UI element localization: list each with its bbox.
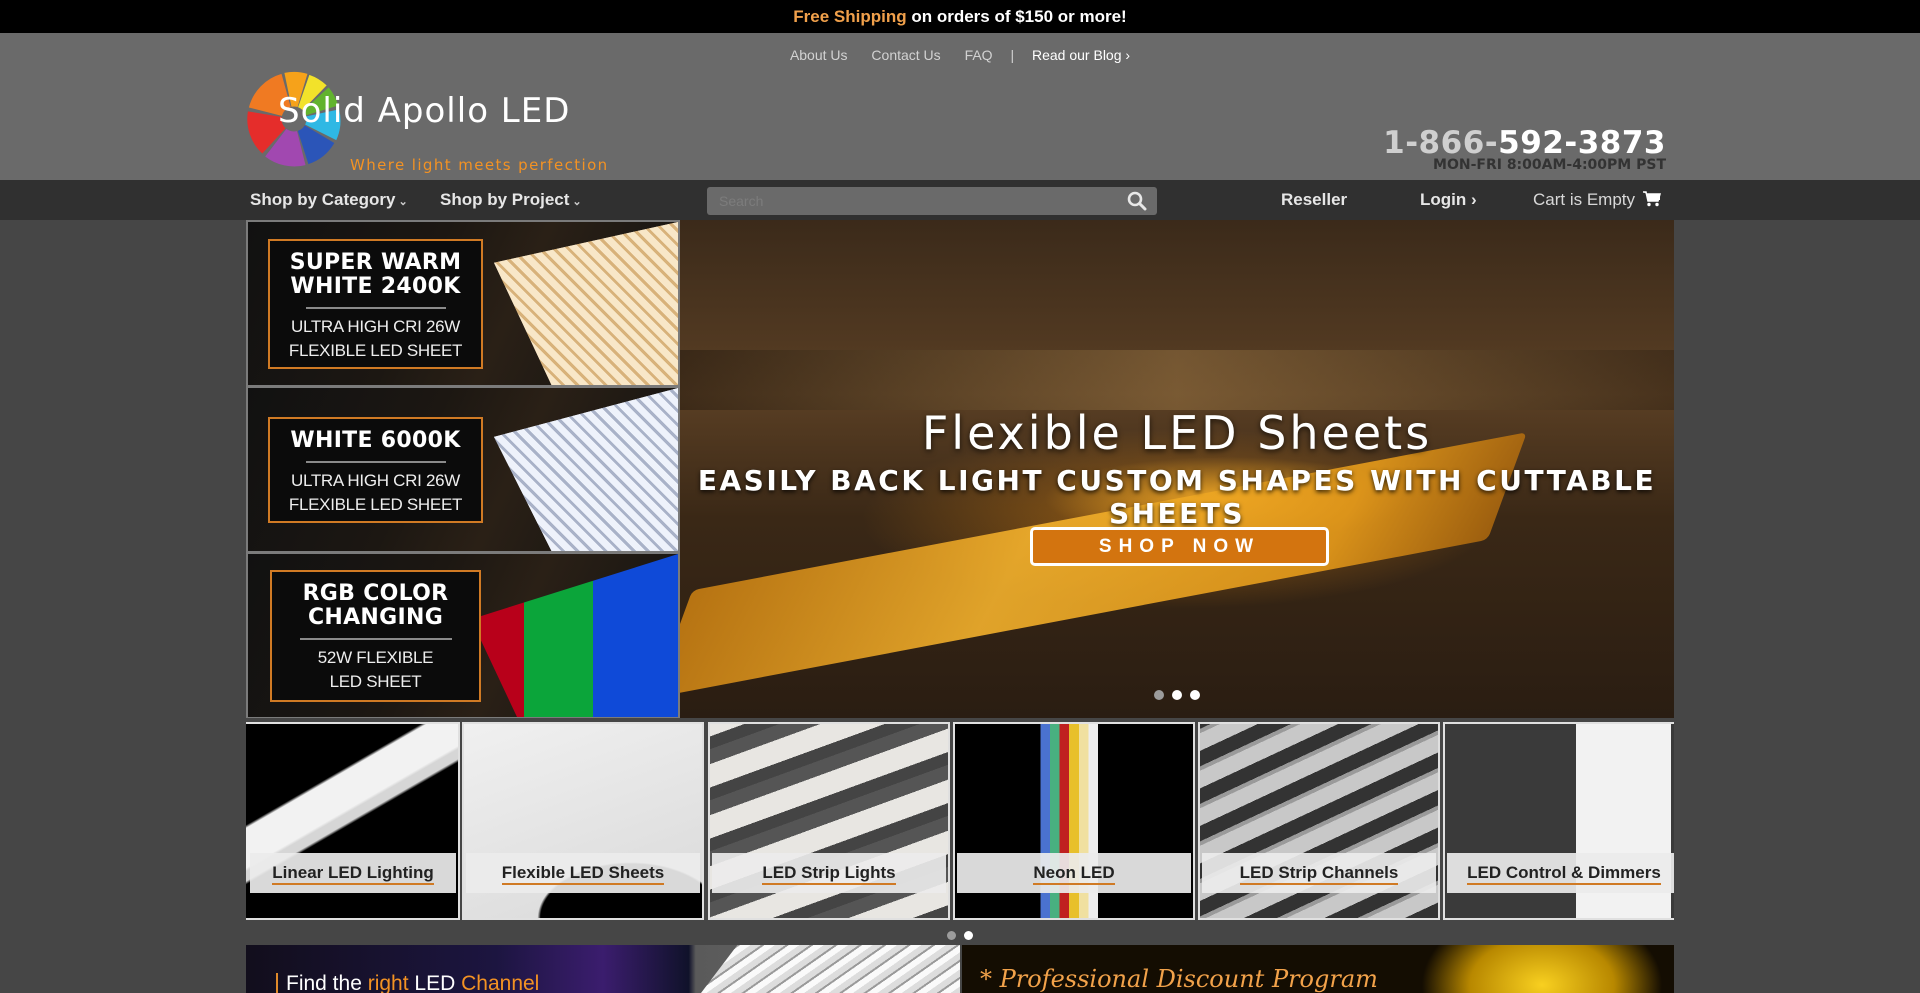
carousel-dot-2[interactable] xyxy=(964,931,973,940)
search-icon[interactable] xyxy=(1127,191,1147,216)
logo-tagline: Where light meets perfection xyxy=(350,156,609,174)
contact-phone[interactable]: 1-866-592-3873 MON-FRI 8:00AM-4:00PM PST xyxy=(1383,125,1666,173)
carousel-dot-1[interactable] xyxy=(947,931,956,940)
hero-area: SUPER WARM WHITE 2400K ULTRA HIGH CRI 26… xyxy=(246,220,1674,720)
slide-dot-1[interactable] xyxy=(1154,690,1164,700)
contact-us-link[interactable]: Contact Us xyxy=(871,47,940,63)
side-banner-line: ULTRA HIGH CRI 26W xyxy=(290,317,461,336)
slide-dot-2[interactable] xyxy=(1172,690,1182,700)
category-label-text: LED Strip Lights xyxy=(762,863,896,885)
category-led-strip-lights[interactable]: LED Strip Lights xyxy=(708,722,950,920)
category-carousel-dots xyxy=(246,927,1674,945)
shop-now-button[interactable]: SHOP NOW xyxy=(1030,527,1329,566)
category-label: Linear LED Lighting xyxy=(250,853,456,893)
category-flexible-led-sheets[interactable]: Flexible LED Sheets xyxy=(462,722,704,920)
discount-program-text: * Professional Discount Program xyxy=(980,965,1378,993)
cart-link[interactable]: Cart is Empty xyxy=(1533,180,1661,220)
category-label: LED Control & Dimmers xyxy=(1447,853,1674,893)
find-channel-text: Find the right LED Channel xyxy=(276,973,539,993)
category-label: Flexible LED Sheets xyxy=(466,853,700,893)
category-label: LED Strip Lights xyxy=(712,853,946,893)
side-banner-line: ULTRA HIGH CRI 26W xyxy=(290,471,461,490)
link-divider: | xyxy=(1010,47,1015,63)
logo[interactable]: Solid Apollo LED Where light meets perfe… xyxy=(246,69,666,174)
side-banner-title: RGB COLOR CHANGING xyxy=(302,581,449,630)
category-neon-led[interactable]: Neon LED xyxy=(953,722,1195,920)
side-banner-rgb[interactable]: RGB COLOR CHANGING 52W FLEXIBLE LED SHEE… xyxy=(248,554,678,717)
blog-link[interactable]: Read our Blog › xyxy=(1032,47,1130,63)
side-banner-title: SUPER WARM WHITE 2400K xyxy=(289,250,462,299)
shop-by-project-label: Shop by Project xyxy=(440,190,570,209)
category-label: LED Strip Channels xyxy=(1202,853,1436,893)
shop-by-category-menu[interactable]: Shop by Category ⌄ xyxy=(250,180,408,222)
site-header: About Us Contact Us FAQ | Read our Blog … xyxy=(0,33,1920,180)
shop-by-category-label: Shop by Category xyxy=(250,190,396,209)
asterisk: * xyxy=(980,965,1000,993)
side-banner-line: FLEXIBLE LED SHEET xyxy=(288,341,463,360)
discount-program-label: Professional Discount Program xyxy=(999,965,1378,993)
side-banner-white[interactable]: WHITE 6000K ULTRA HIGH CRI 26W FLEXIBLE … xyxy=(248,388,678,551)
category-label-text: LED Strip Channels xyxy=(1239,863,1399,885)
side-banner-line: 52W FLEXIBLE xyxy=(317,648,434,667)
category-carousel: Linear LED Lighting Flexible LED Sheets … xyxy=(246,722,1674,920)
category-label-text: LED Control & Dimmers xyxy=(1467,863,1661,885)
side-banner-caption: RGB COLOR CHANGING 52W FLEXIBLE LED SHEE… xyxy=(270,570,481,702)
phone-prefix: 1-866- xyxy=(1383,125,1499,161)
category-label: Neon LED xyxy=(957,853,1191,893)
category-label-text: Linear LED Lighting xyxy=(272,863,434,885)
phone-number: 592-3873 xyxy=(1498,125,1666,161)
free-shipping-banner: Free Shipping on orders of $150 or more! xyxy=(0,0,1920,33)
divider xyxy=(305,307,446,309)
cart-status: Cart is Empty xyxy=(1533,190,1636,209)
side-banner-caption: WHITE 6000K ULTRA HIGH CRI 26W FLEXIBLE … xyxy=(268,417,483,523)
side-banner-warm-white[interactable]: SUPER WARM WHITE 2400K ULTRA HIGH CRI 26… xyxy=(248,222,678,385)
free-shipping-highlight: Free Shipping xyxy=(793,7,907,26)
hero-subtitle: EASILY BACK LIGHT CUSTOM SHAPES WITH CUT… xyxy=(697,464,1657,530)
shop-by-project-menu[interactable]: Shop by Project ⌄ xyxy=(440,180,582,222)
category-led-control-dimmers[interactable]: LED Control & Dimmers xyxy=(1443,722,1674,920)
professional-discount-banner[interactable]: * Professional Discount Program xyxy=(962,945,1674,993)
hero-slide-dots xyxy=(680,687,1674,705)
side-banner-title: WHITE 6000K xyxy=(290,428,461,453)
logo-title: Solid Apollo LED xyxy=(278,91,571,131)
side-banner-line: LED SHEET xyxy=(329,672,422,691)
find-channel-banner[interactable]: Find the right LED Channel xyxy=(246,945,960,993)
top-links: About Us Contact Us FAQ | Read our Blog … xyxy=(0,47,1920,63)
chevron-down-icon: ⌄ xyxy=(572,196,582,208)
promo-highlight: Channel xyxy=(461,972,540,993)
login-link[interactable]: Login › xyxy=(1420,180,1477,220)
free-shipping-text: on orders of $150 or more! xyxy=(906,7,1127,26)
hero-slider[interactable]: Flexible LED Sheets EASILY BACK LIGHT CU… xyxy=(680,220,1674,718)
chevron-down-icon: ⌄ xyxy=(398,196,408,208)
side-banner-caption: SUPER WARM WHITE 2400K ULTRA HIGH CRI 26… xyxy=(268,239,483,369)
hero-title: Flexible LED Sheets xyxy=(921,406,1433,460)
slide-dot-3[interactable] xyxy=(1190,690,1200,700)
search-input[interactable] xyxy=(707,187,1107,215)
category-linear-led-lighting[interactable]: Linear LED Lighting xyxy=(246,722,460,920)
about-us-link[interactable]: About Us xyxy=(790,47,848,63)
cart-icon xyxy=(1642,191,1661,207)
main-nav: Shop by Category⌄ Shop by Project⌄ Resel… xyxy=(0,180,1920,220)
divider xyxy=(305,461,446,463)
faq-link[interactable]: FAQ xyxy=(965,47,993,63)
bar-background-image xyxy=(680,350,1674,410)
side-banner-line: FLEXIBLE LED SHEET xyxy=(288,495,463,514)
channel-image xyxy=(701,945,960,993)
category-label-text: Neon LED xyxy=(1033,863,1115,885)
side-banners: SUPER WARM WHITE 2400K ULTRA HIGH CRI 26… xyxy=(246,220,680,718)
category-led-strip-channels[interactable]: LED Strip Channels xyxy=(1198,722,1440,920)
divider xyxy=(299,638,452,640)
search-box xyxy=(707,187,1157,215)
reseller-link[interactable]: Reseller xyxy=(1281,180,1347,220)
led-sheet-image xyxy=(471,554,678,717)
promo-highlight: right xyxy=(367,972,409,993)
promo-text: LED xyxy=(408,972,462,993)
promo-text: Find the xyxy=(286,972,368,993)
category-label-text: Flexible LED Sheets xyxy=(501,863,665,885)
